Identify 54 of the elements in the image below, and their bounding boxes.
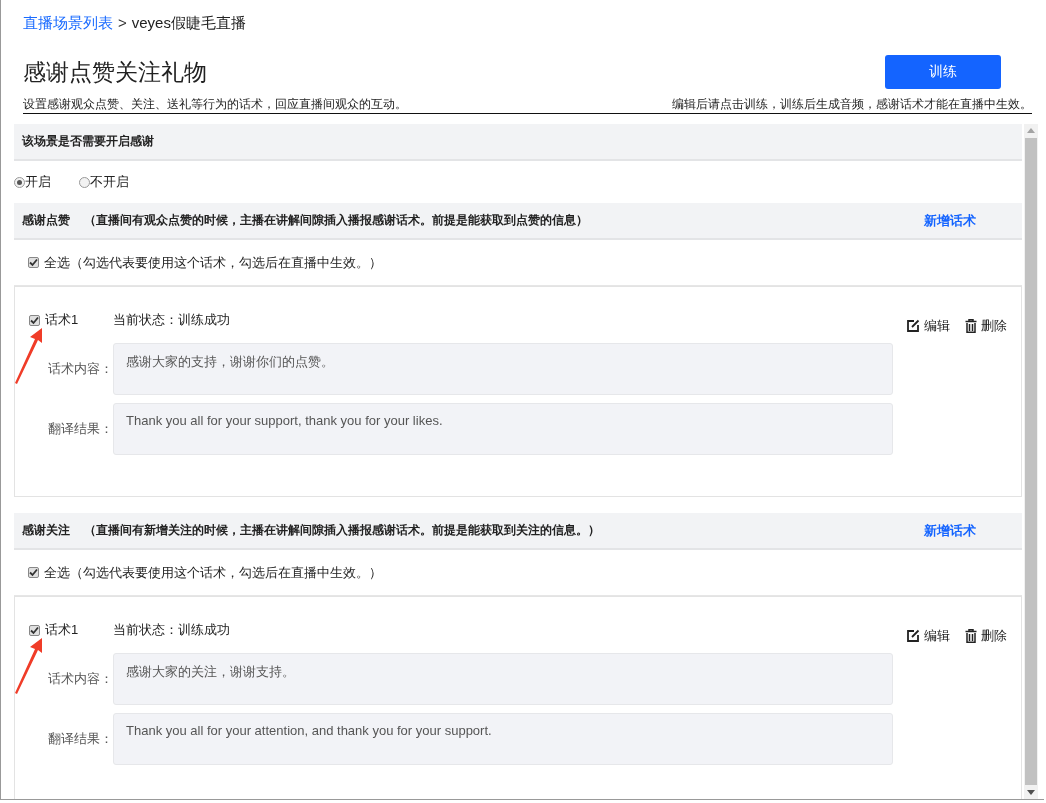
section-note: （直播间有观众点赞的时候，主播在讲解间隙插入播报感谢话术。前提是能获取到点赞的信息） — [84, 212, 588, 229]
script-status: 当前状态：训练成功 — [113, 621, 231, 639]
delete-link[interactable]: 删除 — [965, 627, 1007, 645]
breadcrumb-link[interactable]: 直播场景列表 — [23, 14, 113, 38]
radio-button[interactable] — [14, 176, 25, 188]
add-script-link[interactable]: 新增话术 — [924, 211, 976, 230]
breadcrumb-current: veyes假睫毛直播 — [131, 14, 246, 33]
field-label: 话术内容： — [47, 360, 113, 378]
hint-text: 编辑后请点击训练，训练后生成音频，感谢话术才能在直播中生效。 — [672, 97, 1032, 112]
script-name: 话术1 — [45, 311, 79, 329]
text-field[interactable]: Thank you all for your attention, and thank you for your support. — [113, 713, 893, 765]
radio-label[interactable]: 不开启 — [90, 173, 129, 191]
text-field[interactable]: 感谢大家的支持，谢谢你们的点赞。 — [113, 343, 893, 395]
script-name: 话术1 — [45, 621, 79, 639]
scroll-down-icon — [1027, 790, 1035, 795]
delete-link[interactable]: 删除 — [965, 317, 1007, 335]
section-note: （直播间有新增关注的时候，主播在讲解间隙插入播报感谢话术。前提是能获取到关注的信息。） — [84, 522, 600, 539]
script-status: 当前状态：训练成功 — [113, 311, 231, 329]
scrollbar-thumb[interactable] — [1025, 138, 1037, 785]
text-field[interactable]: Thank you all for your support, thank you for your likes. — [113, 403, 893, 455]
section-title: 感谢点赞 — [22, 212, 70, 229]
select-all-label: 全选（勾选代表要使用这个话术，勾选后在直播中生效。） — [44, 253, 382, 272]
annotation-arrow — [14, 327, 45, 385]
scroll-up-icon — [1027, 128, 1035, 133]
edit-link[interactable]: 编辑 — [906, 317, 950, 335]
check-icon — [29, 568, 38, 577]
edit-icon — [906, 319, 920, 333]
train-button[interactable]: 训练 — [885, 55, 1001, 89]
check-icon — [29, 258, 38, 267]
section-title: 感谢关注 — [22, 522, 70, 539]
radio-button[interactable] — [79, 176, 90, 188]
annotation-arrow — [14, 637, 45, 695]
page-description: 设置感谢观众点赞、关注、送礼等行为的话术，回应直播间观众的互动。 — [23, 97, 407, 112]
add-script-link[interactable]: 新增话术 — [924, 521, 976, 540]
trash-icon — [965, 319, 977, 333]
checkbox[interactable] — [28, 257, 39, 268]
section-title: 该场景是否需要开启感谢 — [22, 133, 154, 150]
text-field[interactable]: 感谢大家的关注，谢谢支持。 — [113, 653, 893, 705]
breadcrumb-separator: > — [118, 14, 127, 33]
edit-icon — [906, 629, 920, 643]
field-label: 话术内容： — [47, 670, 113, 688]
check-icon — [30, 625, 39, 635]
checkbox[interactable] — [29, 314, 40, 326]
check-icon — [30, 315, 39, 325]
field-label: 翻译结果： — [47, 420, 113, 438]
edit-link[interactable]: 编辑 — [906, 627, 950, 645]
trash-icon — [965, 629, 977, 643]
checkbox[interactable] — [28, 567, 39, 578]
select-all-label: 全选（勾选代表要使用这个话术，勾选后在直播中生效。） — [44, 563, 382, 582]
page-title: 感谢点赞关注礼物 — [23, 57, 207, 87]
scrollbar[interactable] — [1024, 124, 1038, 799]
field-label: 翻译结果： — [47, 730, 113, 748]
checkbox[interactable] — [29, 624, 40, 636]
radio-label[interactable]: 开启 — [25, 173, 51, 191]
